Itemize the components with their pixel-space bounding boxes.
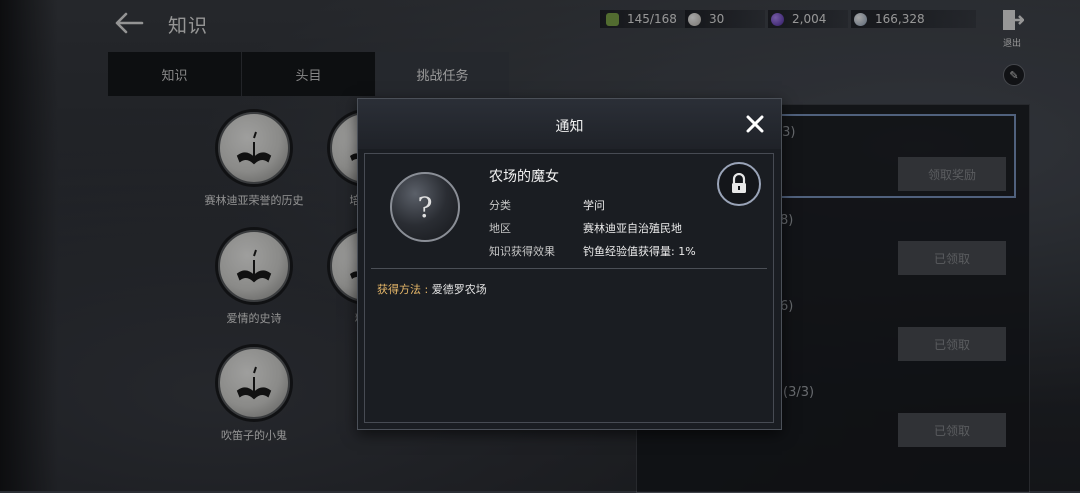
modal-title: 通知 bbox=[555, 119, 584, 135]
close-icon[interactable] bbox=[745, 114, 765, 134]
field-value-effect: 钓鱼经验值获得量: 1% bbox=[583, 245, 696, 258]
notice-modal: 通知 ? 农场的魔女 分类 学问 地区 赛林迪亚自治殖民地 知识获得效果 钓鱼经… bbox=[357, 98, 782, 430]
obtain-method-label: 获得方法 : bbox=[377, 283, 429, 296]
field-label-effect: 知识获得效果 bbox=[489, 245, 555, 258]
obtain-method-value: 爱德罗农场 bbox=[431, 283, 487, 296]
lock-icon bbox=[717, 162, 761, 206]
field-label-category: 分类 bbox=[489, 199, 511, 212]
divider bbox=[371, 268, 767, 269]
field-value-region: 赛林迪亚自治殖民地 bbox=[583, 222, 682, 235]
field-value-category: 学问 bbox=[583, 199, 605, 212]
field-label-region: 地区 bbox=[489, 222, 511, 235]
unknown-orb-icon: ? bbox=[390, 172, 460, 242]
knowledge-detail-card: ? 农场的魔女 分类 学问 地区 赛林迪亚自治殖民地 知识获得效果 钓鱼经验值获… bbox=[364, 153, 774, 423]
orb-symbol: ? bbox=[417, 190, 433, 224]
knowledge-name: 农场的魔女 bbox=[489, 169, 559, 185]
obtain-method: 获得方法 : 爱德罗农场 bbox=[377, 281, 487, 297]
